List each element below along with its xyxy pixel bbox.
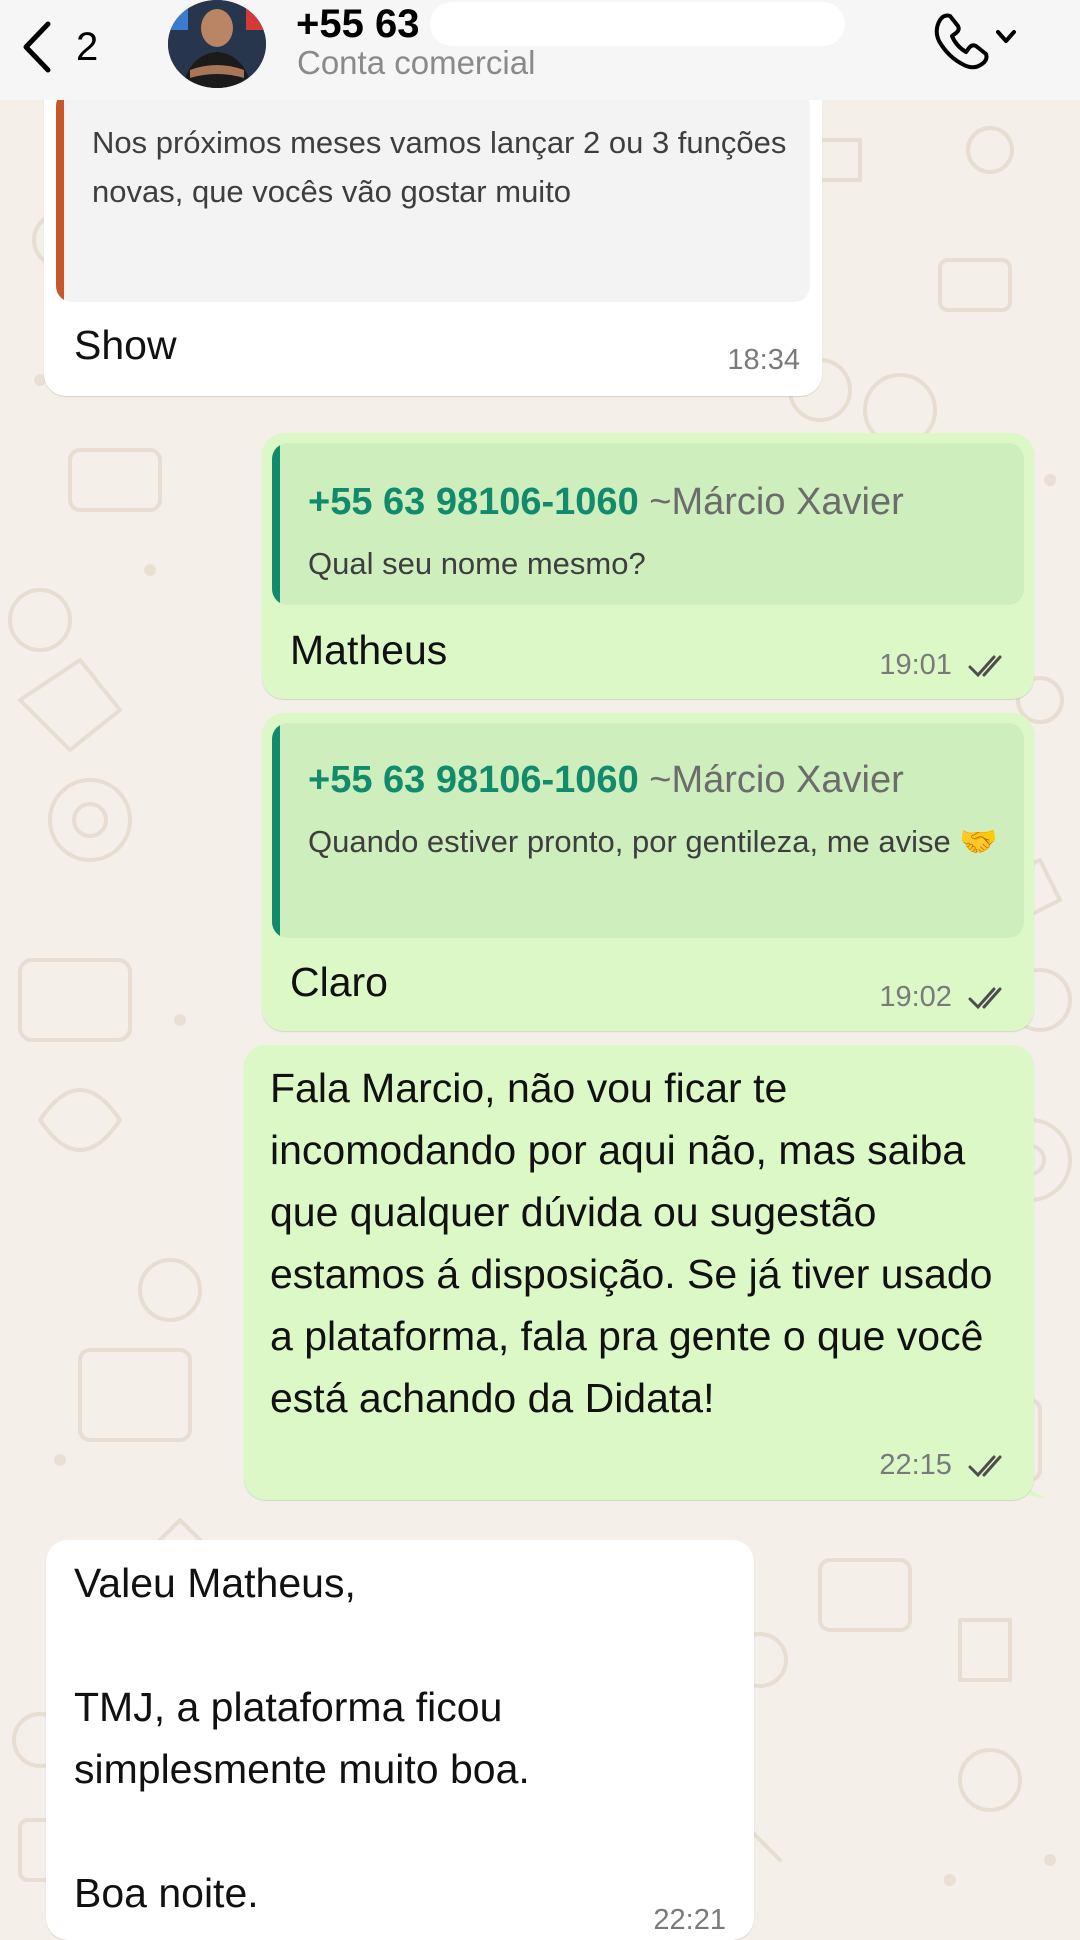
- quoted-sender-number: +55 63 98106-1060: [308, 759, 639, 801]
- message-text: Show: [74, 322, 177, 368]
- redaction-mask: [430, 2, 845, 46]
- double-check-icon: [968, 987, 1002, 1010]
- quote-accent-bar: [56, 90, 64, 302]
- quote-accent-bar: [272, 443, 280, 605]
- back-button[interactable]: 2: [18, 14, 128, 80]
- quoted-message[interactable]: +55 63 98106-1060 ~Márcio Xavier Quando …: [272, 723, 1024, 938]
- chevron-left-icon: [23, 21, 51, 73]
- message-text: Valeu Matheus, TMJ, a plataforma ficou s…: [74, 1560, 530, 1916]
- message-text: Fala Marcio, não vou ficar te incomodand…: [270, 1065, 1004, 1421]
- message-time: 19:02: [879, 981, 952, 1013]
- double-check-icon: [968, 1455, 1002, 1478]
- unread-count: 2: [76, 24, 99, 69]
- message-bubble-incoming[interactable]: Valeu Matheus, TMJ, a plataforma ficou s…: [46, 1540, 754, 1940]
- double-check-icon: [968, 655, 1002, 678]
- quote-accent-bar: [272, 723, 280, 938]
- phone-icon: [934, 13, 989, 70]
- message-time: 22:21: [653, 1904, 726, 1936]
- quoted-sender-number: +55 63 98106-1060: [308, 481, 639, 523]
- call-button[interactable]: [930, 8, 1030, 70]
- message-bubble-outgoing[interactable]: Fala Marcio, não vou ficar te incomodand…: [244, 1045, 1034, 1500]
- message-time: 22:15: [879, 1449, 952, 1481]
- chevron-down-icon: [996, 30, 1016, 43]
- quoted-sender-name: ~Márcio Xavier: [649, 759, 904, 801]
- quoted-text: Quando estiver pronto, por gentileza, me…: [308, 824, 998, 859]
- message-bubble-incoming[interactable]: Nos próximos meses vamos lançar 2 ou 3 f…: [44, 60, 822, 396]
- message-text: Claro: [290, 959, 388, 1005]
- quoted-text: Nos próximos meses vamos lançar 2 ou 3 f…: [92, 125, 787, 209]
- quoted-message[interactable]: Nos próximos meses vamos lançar 2 ou 3 f…: [56, 90, 810, 302]
- quoted-text: Qual seu nome mesmo?: [308, 546, 646, 581]
- message-bubble-outgoing[interactable]: +55 63 98106-1060 ~Márcio Xavier Qual se…: [262, 433, 1034, 699]
- avatar-photo: [168, 0, 266, 88]
- message-bubble-outgoing[interactable]: +55 63 98106-1060 ~Márcio Xavier Quando …: [262, 713, 1034, 1031]
- message-time: 19:01: [879, 649, 952, 681]
- quoted-sender-name: ~Márcio Xavier: [649, 481, 904, 523]
- quoted-message[interactable]: +55 63 98106-1060 ~Márcio Xavier Qual se…: [272, 443, 1024, 605]
- contact-name[interactable]: +55 63: [296, 2, 419, 47]
- avatar[interactable]: [168, 0, 266, 88]
- message-text: Matheus: [290, 627, 448, 673]
- chat-header: 2 +55 63 Conta comercial: [0, 0, 1080, 100]
- message-time: 18:34: [727, 344, 800, 376]
- contact-subtitle: Conta comercial: [297, 44, 536, 81]
